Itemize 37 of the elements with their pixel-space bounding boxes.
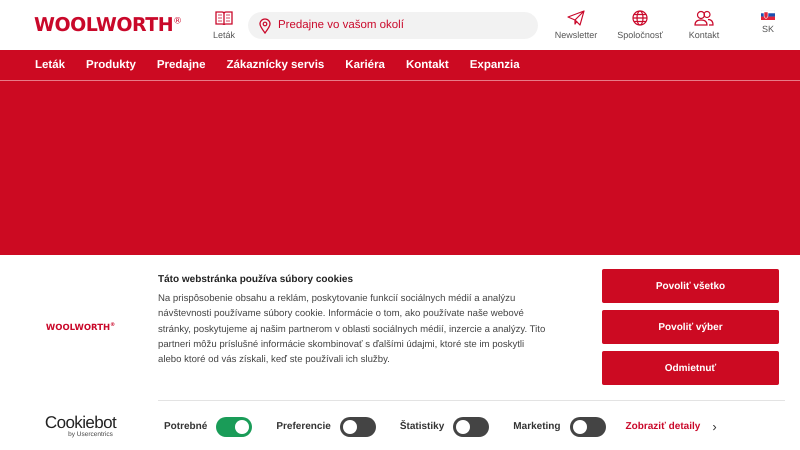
paper-plane-icon xyxy=(567,10,585,26)
woolworth-logo[interactable]: WOOLWORTH$^{®}$ xyxy=(34,14,199,36)
search-field[interactable]: Predajne vo vašom okolí xyxy=(248,12,538,38)
nav-link[interactable]: Expanzia xyxy=(470,59,520,71)
people-link[interactable]: Kontakt xyxy=(672,10,736,40)
chevron-icon: › xyxy=(712,420,717,433)
woolworth-logo: WOOLWORTH$^{®}$ xyxy=(46,322,116,333)
globe-link[interactable]: Spoločnosť xyxy=(608,10,672,40)
details-link[interactable]: Zobraziť detaily xyxy=(626,421,700,432)
toggle-label: Štatistiky xyxy=(400,421,444,432)
toggle-switch[interactable] xyxy=(216,416,252,436)
cookiebot-name: Cookiebot xyxy=(44,414,116,431)
consent-button[interactable]: Povoliť výber xyxy=(602,310,779,344)
toggle-switch[interactable] xyxy=(340,416,376,436)
consent-button[interactable]: Odmietnuť xyxy=(602,351,779,385)
language-link[interactable]: SK xyxy=(736,10,800,40)
flyer-link[interactable]: Leták xyxy=(212,10,235,40)
people-icon xyxy=(694,10,714,26)
dialog-title: Táto webstránka používa súbory cookies xyxy=(158,274,354,285)
nav-link[interactable]: Predajne xyxy=(156,59,206,71)
nav-link[interactable]: Leták xyxy=(35,59,66,71)
newsletter-link[interactable]: Newsletter xyxy=(544,10,608,40)
nav-link[interactable]: Kariéra xyxy=(345,59,385,71)
globe-icon xyxy=(632,10,648,26)
book-icon xyxy=(214,10,233,26)
toggle-label: Preferencie xyxy=(276,421,331,432)
toggle-switch[interactable] xyxy=(453,416,490,436)
consent-button[interactable]: Povoliť všetko xyxy=(602,269,779,303)
toggle-label: Marketing xyxy=(513,421,561,432)
nav-link[interactable]: Zákaznícky servis xyxy=(226,59,324,71)
toggle-label: Potrebné xyxy=(164,421,208,432)
slovak-flag-icon xyxy=(761,10,775,20)
nav-link[interactable]: Kontakt xyxy=(406,59,449,71)
cookie-text: Na prispôsobenie obsahu a reklám, poskytovanie funkcií sociálnych médií a analýzu návštevnosti používame súbory cookie. Informácie o tom, ako používate naše webové stránky, poskytujeme aj našim partnerom v oblasti sociálnych médií, inzercie a analýzy. Tito partneri môžu príslušné informácie skombinovať s ďalšími údajmi, ktoré ste im poskytli alebo ktoré od vás získali, keď ste používali ich služby. xyxy=(158,292,546,368)
location-pin-icon xyxy=(259,18,271,34)
nav-link[interactable]: Produkty xyxy=(86,59,136,71)
toggle-switch[interactable] xyxy=(570,416,606,436)
